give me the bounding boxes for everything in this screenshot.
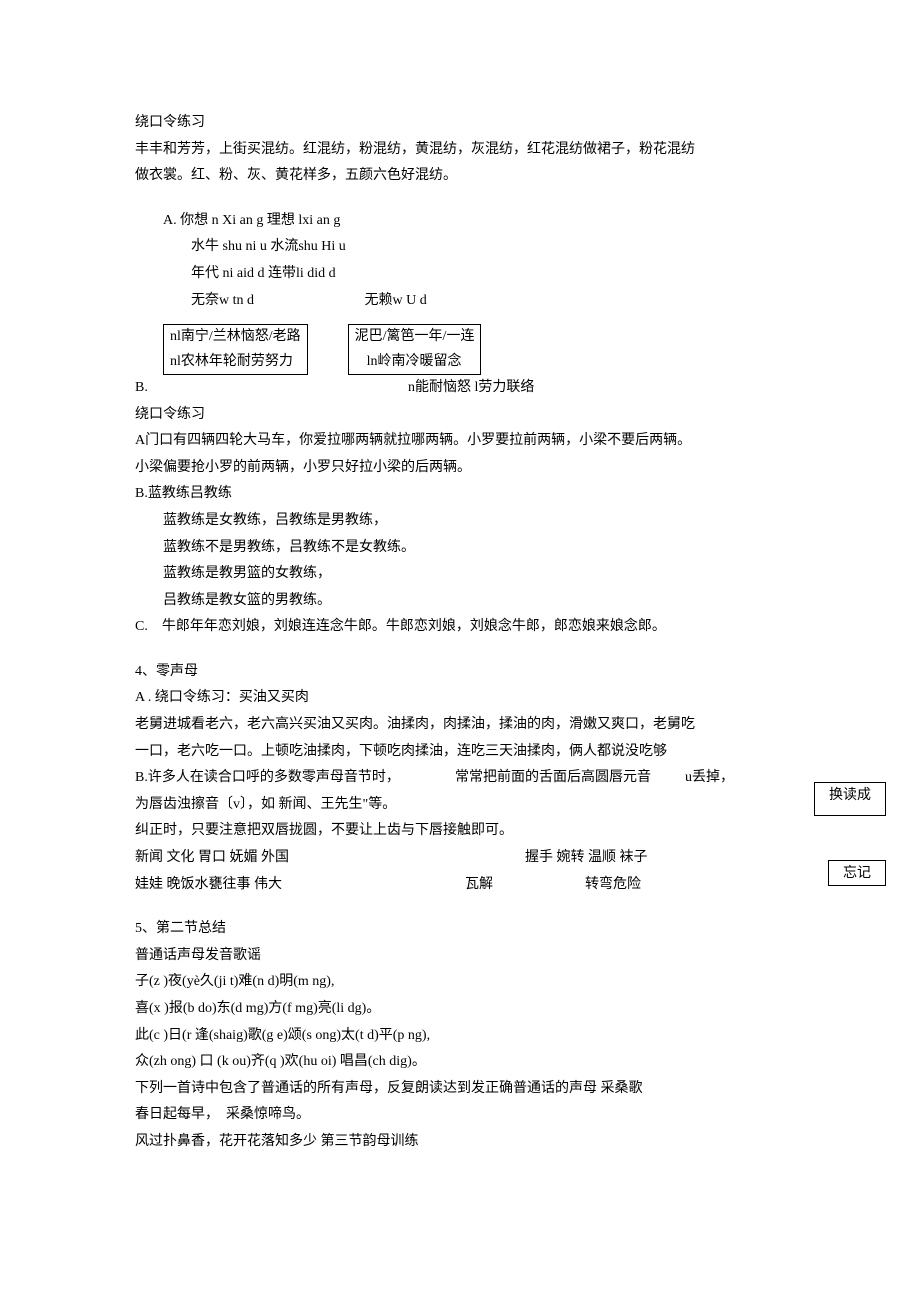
s5-l8: 风过扑鼻香，花开花落知多少 第三节韵母训练	[135, 1129, 805, 1156]
s5-l5: 众(zh ong) 口 (k ou)齐(q )欢(hu oi) 唱昌(ch di…	[135, 1049, 805, 1076]
s2-b3: 蓝教练是教男篮的女教练，	[135, 561, 805, 588]
list-a-row2: 水牛 shu ni u 水流shu Hi u	[135, 234, 805, 261]
list-a-row4-right: 无赖w U d	[365, 288, 427, 315]
side-box-lower: 忘记	[828, 860, 886, 886]
s4-b3: 纠正时，只要注意把双唇拢圆，不要让上齿与下唇接触即可。	[135, 818, 805, 845]
s4-b1-b: 常常把前面的舌面后高圆唇元音	[455, 765, 685, 792]
s2-b4: 吕教练是教女篮的男教练。	[135, 588, 805, 615]
nl-left-r1: nl南宁/兰林恼怒/老路	[164, 325, 308, 350]
s4-b1-a: B.许多人在读合口呼的多数零声母音节时，	[135, 765, 455, 792]
s4-b1-c: u丢掉，	[685, 765, 805, 792]
list-b-label: B.	[135, 375, 165, 402]
list-a-row4: 无奈w tn d 无赖w U d	[135, 288, 805, 315]
s4-row2-left: 娃娃 晚饭水甕往事 伟大	[135, 872, 465, 899]
s2-b1: 蓝教练是女教练，吕教练是男教练，	[135, 508, 805, 535]
list-a-row3: 年代 ni aid d 连带li did d	[135, 261, 805, 288]
s2-title: 绕口令练习	[135, 402, 805, 429]
s5-l7: 春日起每早， 采桑惊啼鸟。	[135, 1102, 805, 1129]
s4-words-row2: 娃娃 晚饭水甕往事 伟大 瓦解 转弯危险	[135, 872, 805, 899]
s2-c: C. 牛郎年年恋刘娘，刘娘连连念牛郎。牛郎恋刘娘，刘娘念牛郎，郎恋娘来娘念郎。	[135, 614, 805, 641]
nl-left-r2: nl农林年轮耐劳努力	[164, 350, 308, 375]
s4-row2-right: 转弯危险	[585, 872, 641, 899]
s5-title: 5、第二节总结	[135, 916, 805, 943]
document-page: 绕口令练习 丰丰和芳芳，上街买混纺。红混纺，粉混纺，黄混纺，灰混纺，红花混纺做裙…	[0, 0, 920, 1303]
s5-l4: 此(c )日(r 逢(shaig)歌(g e)颂(s ong)太(t d)平(p…	[135, 1023, 805, 1050]
s4-row1-left: 新闻 文化 胃口 妩媚 外国	[135, 845, 525, 872]
s4-a2: 老舅进城看老六，老六高兴买油又买肉。油揉肉，肉揉油，揉油的肉，滑嫩又爽口，老舅吃	[135, 712, 805, 739]
s4-b2: 为唇齿浊擦音〔v〕，如 新闻、王先生"等。	[135, 792, 805, 819]
s5-l6: 下列一首诗中包含了普通话的所有声母，反复朗读达到发正确普通话的声母 采桑歌	[135, 1076, 805, 1103]
s4-title: 4、零声母	[135, 659, 805, 686]
nl-right-r1: 泥巴/篱笆一年/一连	[348, 325, 481, 350]
list-a-text1: 你想 n Xi an g 理想 lxi an g	[180, 213, 340, 228]
list-a-row1: A. 你想 n Xi an g 理想 lxi an g	[135, 208, 805, 235]
tongue-twister-title: 绕口令练习	[135, 110, 805, 137]
s4-b1: B.许多人在读合口呼的多数零声母音节时， 常常把前面的舌面后高圆唇元音 u丢掉，	[135, 765, 805, 792]
tongue-twister-line1: 丰丰和芳芳，上街买混纺。红混纺，粉混纺，黄混纺，灰混纺，红花混纺做裙子，粉花混纺	[135, 137, 805, 164]
list-a-label: A.	[163, 213, 177, 228]
tables-wrapper: nl南宁/兰林恼怒/老路 nl农林年轮耐劳努力 泥巴/篱笆一年/一连 ln岭南冷…	[135, 324, 805, 401]
s2-b-title: B.蓝教练吕教练	[135, 481, 805, 508]
nl-table-left: nl南宁/兰林恼怒/老路 nl农林年轮耐劳努力	[163, 324, 308, 375]
tables-b-line: B. n能耐恼怒 l劳力联络	[135, 375, 805, 402]
s5-l1: 普通话声母发音歌谣	[135, 943, 805, 970]
s4-a1: A . 绕口令练习：买油又买肉	[135, 685, 805, 712]
s5-l2: 子(z )夜(yè久(ji t)难(n d)明(m ng),	[135, 969, 805, 996]
s4-a3: 一口，老六吃一口。上顿吃油揉肉，下顿吃肉揉油，连吃三天油揉肉，俩人都说没吃够	[135, 739, 805, 766]
s2-a1: A门口有四辆四轮大马车，你爱拉哪两辆就拉哪两辆。小罗要拉前两辆，小梁不要后两辆。	[135, 428, 805, 455]
s4-row2-mid: 瓦解	[465, 872, 585, 899]
side-box-upper: 换读成	[814, 782, 886, 816]
s4-words-row1: 新闻 文化 胃口 妩媚 外国 握手 婉转 温顺 袜子	[135, 845, 805, 872]
nl-right-r2: ln岭南冷暖留念	[348, 350, 481, 375]
s4-row1-right: 握手 婉转 温顺 袜子	[525, 845, 648, 872]
s2-b2: 蓝教练不是男教练，吕教练不是女教练。	[135, 535, 805, 562]
s5-l3: 喜(x )报(b do)东(d mg)方(f mg)亮(li dg)。	[135, 996, 805, 1023]
tongue-twister-line2: 做衣裳。红、粉、灰、黄花样多，五颜六色好混纺。	[135, 163, 805, 190]
s2-a2: 小梁偏要抢小罗的前两辆，小罗只好拉小梁的后两辆。	[135, 455, 805, 482]
nl-table-right: 泥巴/篱笆一年/一连 ln岭南冷暖留念	[348, 324, 482, 375]
tables-after-text: n能耐恼怒 l劳力联络	[408, 380, 534, 395]
list-a-row4-left: 无奈w tn d	[191, 288, 361, 315]
